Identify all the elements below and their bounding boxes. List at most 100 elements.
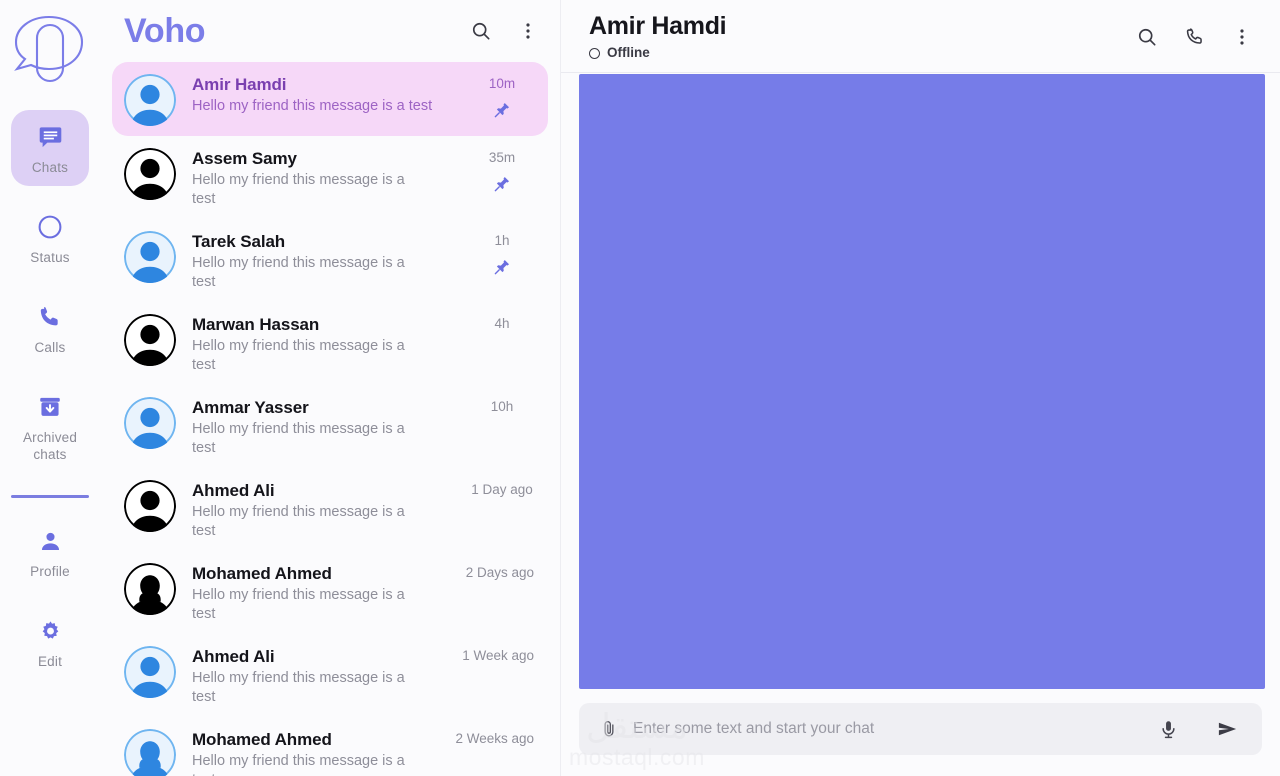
composer[interactable] [579, 703, 1262, 755]
phone-icon[interactable] [1184, 26, 1206, 48]
sidebar-item-chats[interactable]: Chats [11, 110, 89, 186]
chat-item-meta: 2 Weeks ago [455, 727, 534, 774]
chat-item-text: Tarek Salah Hello my friend this message … [192, 229, 470, 292]
sidebar-item-edit[interactable]: Edit [11, 604, 89, 680]
avatar [124, 231, 176, 283]
avatar [124, 74, 176, 126]
person-icon [38, 526, 63, 556]
chat-item-name: Ahmed Ali [192, 647, 275, 666]
chat-list-item[interactable]: Mohamed Ahmed Hello my friend this messag… [112, 551, 548, 634]
chat-item-time: 10m [488, 76, 516, 91]
pin-icon[interactable] [493, 175, 511, 193]
left-nav-rail: Chats Status Calls Archived chats Profil… [0, 0, 100, 776]
conversation-status-text: Offline [607, 45, 650, 60]
chat-item-name: Ammar Yasser [192, 398, 309, 417]
chat-list-header-actions [470, 20, 538, 42]
rail-primary-items: Chats Status Calls Archived chats Profil… [0, 110, 100, 684]
chat-item-text: Ahmed Ali Hello my friend this message is… [192, 644, 462, 707]
sidebar-item-status[interactable]: Status [11, 200, 89, 276]
paperclip-icon[interactable] [599, 718, 619, 740]
more-vertical-icon[interactable] [1232, 26, 1252, 48]
app-brand-title: Voho [124, 12, 206, 50]
chat-item-meta: 1 Week ago [462, 644, 534, 691]
conversation-title: Amir Hamdi [589, 12, 727, 40]
microphone-icon[interactable] [1158, 718, 1179, 741]
chat-item-preview: Hello my friend this message is a test [192, 587, 405, 622]
status-badge: Offline [589, 46, 726, 60]
chat-item-preview: Hello my friend this message is a test [192, 255, 405, 290]
chat-item-meta: 1 Day ago [470, 478, 534, 525]
avatar [124, 397, 176, 449]
chat-item-meta: 2 Days ago [466, 561, 534, 608]
chat-list-header: Voho [100, 0, 560, 62]
gear-icon [38, 616, 63, 646]
chat-list-item[interactable]: Amir Hamdi Hello my friend this message i… [112, 62, 548, 136]
chat-item-meta: 4h [470, 312, 534, 359]
sidebar-item-archived-chats[interactable]: Archived chats [11, 380, 89, 473]
voho-logo [8, 8, 92, 92]
chat-list-item[interactable]: Ahmed Ali Hello my friend this message is… [112, 468, 548, 551]
status-dot-icon [589, 47, 600, 59]
search-icon[interactable] [470, 20, 492, 42]
pin-icon[interactable] [493, 101, 511, 119]
chat-item-name: Assem Samy [192, 149, 297, 168]
chat-list-item[interactable]: Mohamed Ahmed Hello my friend this messag… [112, 717, 548, 776]
app-root: Chats Status Calls Archived chats Profil… [0, 0, 1280, 776]
chat-item-preview: Hello my friend this message is a test [192, 172, 405, 207]
chat-item-text: Marwan Hassan Hello my friend this messag… [192, 312, 470, 375]
chat-list-item[interactable]: Tarek Salah Hello my friend this message … [112, 219, 548, 302]
avatar [124, 480, 176, 532]
circle-icon [37, 212, 63, 242]
sidebar-item-label: Status [30, 250, 70, 265]
sidebar-item-label: Archived chats [22, 430, 78, 462]
chat-item-name: Tarek Salah [192, 232, 286, 251]
chat-item-text: Mohamed Ahmed Hello my friend this messag… [192, 561, 466, 624]
chat-list[interactable]: Amir Hamdi Hello my friend this message i… [100, 62, 560, 776]
chat-item-preview: Hello my friend this message is a test [192, 98, 433, 114]
sidebar-item-label: Calls [34, 340, 66, 355]
chat-item-time: 1 Week ago [462, 648, 534, 663]
chat-list-item[interactable]: Marwan Hassan Hello my friend this messag… [112, 302, 548, 385]
chat-item-text: Mohamed Ahmed Hello my friend this messag… [192, 727, 455, 776]
sidebar-item-calls[interactable]: Calls [11, 290, 89, 366]
chat-item-text: Ammar Yasser Hello my friend this message… [192, 395, 470, 458]
chat-list-pane: Voho Amir Hamdi Hello my friend this mes… [100, 0, 560, 776]
chat-item-meta: 35m [470, 146, 534, 193]
message-input[interactable] [633, 720, 1144, 738]
chat-item-name: Amir Hamdi [192, 75, 287, 94]
chat-list-item[interactable]: Assem Samy Hello my friend this message i… [112, 136, 548, 219]
chat-list-item[interactable]: Ammar Yasser Hello my friend this message… [112, 385, 548, 468]
chat-item-text: Ahmed Ali Hello my friend this message is… [192, 478, 470, 541]
chat-item-name: Ahmed Ali [192, 481, 275, 500]
message-area [561, 73, 1280, 690]
chat-list-item[interactable]: Ahmed Ali Hello my friend this message is… [112, 634, 548, 717]
chat-item-time: 10h [490, 399, 514, 414]
sidebar-item-profile[interactable]: Profile [11, 514, 89, 590]
avatar [124, 729, 176, 776]
chat-item-text: Assem Samy Hello my friend this message i… [192, 146, 470, 209]
chat-item-preview: Hello my friend this message is a test [192, 753, 405, 776]
send-icon[interactable] [1215, 718, 1240, 740]
message-canvas [579, 74, 1265, 689]
pin-icon[interactable] [493, 258, 511, 276]
chat-item-time: 1 Day ago [471, 482, 533, 497]
sidebar-item-label: Profile [30, 564, 70, 579]
chat-item-name: Mohamed Ahmed [192, 564, 332, 583]
conversation-title-wrap: Amir Hamdi Offline [589, 8, 727, 60]
avatar [124, 646, 176, 698]
conversation-header-actions [1136, 8, 1252, 48]
chat-item-preview: Hello my friend this message is a test [192, 670, 405, 705]
chat-bubble-icon [37, 122, 64, 152]
chat-item-name: Marwan Hassan [192, 315, 320, 334]
chat-item-preview: Hello my friend this message is a test [192, 421, 405, 456]
chat-item-time: 4h [494, 316, 510, 331]
chat-item-preview: Hello my friend this message is a test [192, 338, 405, 373]
chat-item-time: 2 Days ago [465, 565, 534, 580]
conversation-header: Amir Hamdi Offline [561, 0, 1280, 73]
chat-item-time: 1h [494, 233, 510, 248]
chat-item-time: 2 Weeks ago [455, 731, 534, 746]
more-vertical-icon[interactable] [518, 20, 538, 42]
search-icon[interactable] [1136, 26, 1158, 48]
chat-item-meta: 1h [470, 229, 534, 276]
chat-item-time: 35m [488, 150, 516, 165]
